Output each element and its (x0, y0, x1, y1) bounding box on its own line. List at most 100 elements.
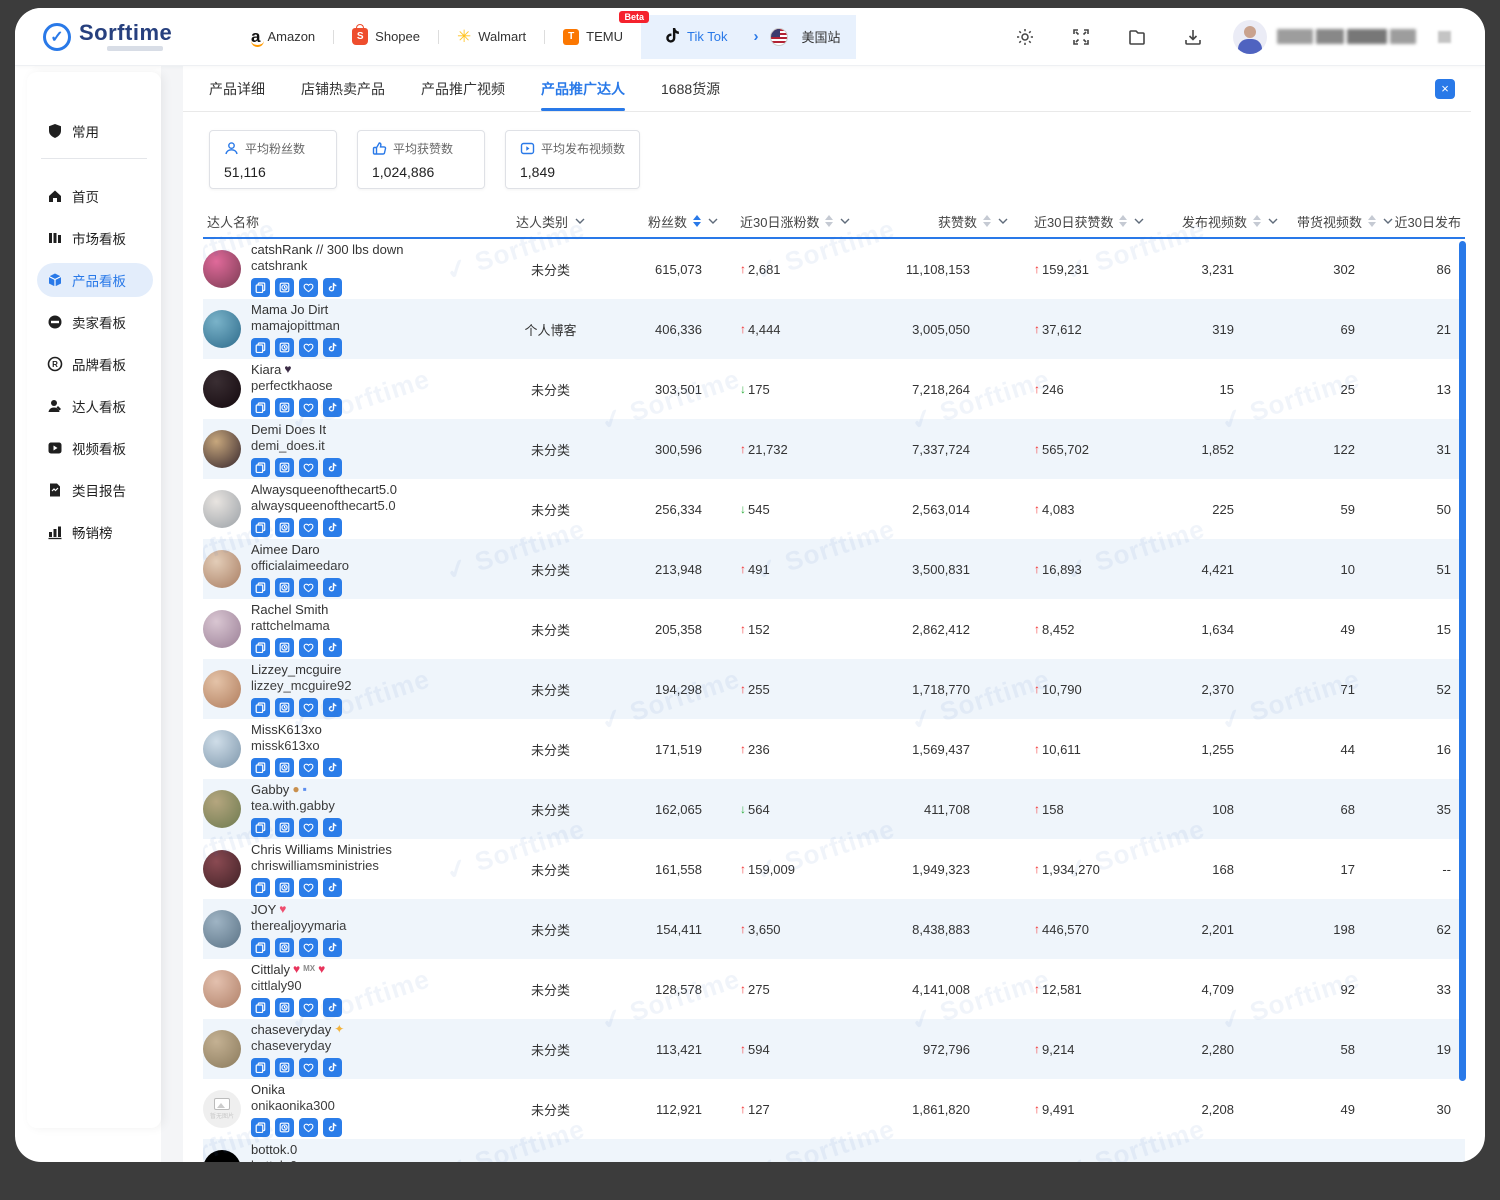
table-row[interactable]: Kiara♥perfectkhaose未分类303,501↓1757,218,2… (203, 359, 1465, 419)
tiktok-link-button[interactable] (323, 278, 342, 297)
influencer-name[interactable]: Gabby (251, 782, 289, 797)
history-button[interactable] (275, 698, 294, 717)
tiktok-link-button[interactable] (323, 1058, 342, 1077)
influencer-handle[interactable]: chriswilliamsministries (251, 859, 392, 873)
copy-button[interactable] (251, 818, 270, 837)
sidebar-item-market-board[interactable]: 市场看板 (37, 221, 153, 255)
tab-1688-sourcing[interactable]: 1688货源 (661, 66, 720, 111)
tiktok-link-button[interactable] (323, 1118, 342, 1137)
history-button[interactable] (275, 878, 294, 897)
table-row[interactable]: JOY♥therealjoyymaria未分类154,411↑3,6508,43… (203, 899, 1465, 959)
table-row[interactable]: Mama Jo Dirtmamajopittman个人博客406,336↑4,4… (203, 299, 1465, 359)
copy-button[interactable] (251, 878, 270, 897)
nav-item-tiktok[interactable]: Tik Tok (647, 15, 745, 59)
table-row[interactable]: Lizzey_mcguirelizzey_mcguire92未分类194,298… (203, 659, 1465, 719)
influencer-name[interactable]: JOY (251, 902, 276, 917)
favorite-button[interactable] (299, 578, 318, 597)
table-row[interactable]: catshRank // 300 lbs downcatshrank未分类615… (203, 239, 1465, 299)
tab-product-detail[interactable]: 产品详细 (209, 66, 265, 111)
sidebar-item-seller-board[interactable]: 卖家看板 (37, 305, 153, 339)
copy-button[interactable] (251, 458, 270, 477)
influencer-name[interactable]: chaseveryday (251, 1022, 331, 1037)
nav-item-walmart[interactable]: ✳ Walmart (439, 15, 544, 59)
tiktok-link-button[interactable] (323, 698, 342, 717)
influencer-handle[interactable]: lizzey_mcguire92 (251, 679, 351, 693)
account-menu-icon[interactable] (1438, 31, 1451, 43)
col-likes[interactable]: 获赞数 (858, 212, 1008, 231)
history-button[interactable] (275, 458, 294, 477)
history-button[interactable] (275, 638, 294, 657)
copy-button[interactable] (251, 1058, 270, 1077)
sidebar-item-bestseller-rank[interactable]: 畅销榜 (37, 515, 153, 549)
history-button[interactable] (275, 518, 294, 537)
influencer-name[interactable]: Cittlaly (251, 962, 290, 977)
sidebar-item-video-board[interactable]: 视频看板 (37, 431, 153, 465)
tab-shop-hot-products[interactable]: 店铺热卖产品 (301, 66, 385, 111)
copy-button[interactable] (251, 338, 270, 357)
site-selector[interactable]: 美国站 (766, 15, 850, 59)
table-row[interactable]: 暂无图片Onikaonikaonika300未分类112,921↑1271,86… (203, 1079, 1465, 1139)
tiktok-link-button[interactable] (323, 878, 342, 897)
tiktok-link-button[interactable] (323, 998, 342, 1017)
favorite-button[interactable] (299, 698, 318, 717)
favorite-button[interactable] (299, 338, 318, 357)
col-promo-videos[interactable]: 带货视频数 (1278, 212, 1393, 231)
influencer-handle[interactable]: cittlaly90 (251, 979, 342, 993)
close-panel-button[interactable]: × (1435, 79, 1455, 99)
history-button[interactable] (275, 758, 294, 777)
col-follower-change-30d[interactable]: 近30日涨粉数 (718, 212, 858, 231)
tiktok-link-button[interactable] (323, 338, 342, 357)
nav-item-amazon[interactable]: a Amazon (233, 15, 333, 59)
influencer-name[interactable]: Mama Jo Dirt (251, 302, 328, 317)
tiktok-link-button[interactable] (323, 818, 342, 837)
favorite-button[interactable] (299, 998, 318, 1017)
influencer-handle[interactable]: chaseveryday (251, 1039, 344, 1053)
nav-item-temu[interactable]: T TEMU Beta (545, 15, 641, 59)
history-button[interactable] (275, 998, 294, 1017)
nav-item-shopee[interactable]: S Shopee (334, 15, 438, 59)
history-button[interactable] (275, 278, 294, 297)
history-button[interactable] (275, 578, 294, 597)
influencer-handle[interactable]: alwaysqueenofthecart5.0 (251, 499, 397, 513)
history-button[interactable] (275, 1058, 294, 1077)
table-row[interactable]: chaseveryday✦chaseveryday未分类113,421↑5949… (203, 1019, 1465, 1079)
copy-button[interactable] (251, 278, 270, 297)
influencer-handle[interactable]: officialaimeedaro (251, 559, 349, 573)
favorite-button[interactable] (299, 1058, 318, 1077)
download-icon[interactable] (1183, 27, 1203, 47)
influencer-name[interactable]: catshRank // 300 lbs down (251, 242, 403, 257)
favorite-button[interactable] (299, 878, 318, 897)
copy-button[interactable] (251, 1118, 270, 1137)
favorite-button[interactable] (299, 458, 318, 477)
vertical-scrollbar[interactable] (1459, 241, 1466, 1081)
influencer-name[interactable]: Alwaysqueenofthecart5.0 (251, 482, 397, 497)
table-row[interactable]: Demi Does Itdemi_does.it未分类300,596↑21,73… (203, 419, 1465, 479)
sidebar-item-home[interactable]: 首页 (37, 179, 153, 213)
tiktok-link-button[interactable] (323, 758, 342, 777)
influencer-handle[interactable]: missk613xo (251, 739, 342, 753)
influencer-name[interactable]: Aimee Daro (251, 542, 320, 557)
table-row[interactable]: Gabby●▪tea.with.gabby未分类162,065↓564411,7… (203, 779, 1465, 839)
table-row[interactable]: MissK613xomissk613xo未分类171,519↑2361,569,… (203, 719, 1465, 779)
copy-button[interactable] (251, 938, 270, 957)
table-row[interactable]: Rachel Smithrattchelmama未分类205,358↑1522,… (203, 599, 1465, 659)
influencer-name[interactable]: bottok.0 (251, 1142, 297, 1157)
influencer-name[interactable]: Demi Does It (251, 422, 326, 437)
col-category[interactable]: 达人类别 (493, 212, 608, 231)
sidebar-item-brand-board[interactable]: R品牌看板 (37, 347, 153, 381)
fullscreen-icon[interactable] (1071, 27, 1091, 47)
influencer-name[interactable]: MissK613xo (251, 722, 322, 737)
settings-gear-icon[interactable] (1015, 27, 1035, 47)
col-videos[interactable]: 发布视频数 (1158, 212, 1278, 231)
user-account[interactable] (1233, 20, 1451, 54)
influencer-handle[interactable]: catshrank (251, 259, 403, 273)
copy-button[interactable] (251, 398, 270, 417)
history-button[interactable] (275, 398, 294, 417)
tiktok-link-button[interactable] (323, 578, 342, 597)
tab-promo-influencers[interactable]: 产品推广达人 (541, 66, 625, 111)
tab-promo-videos[interactable]: 产品推广视频 (421, 66, 505, 111)
sidebar-item-category-report[interactable]: 类目报告 (37, 473, 153, 507)
sidebar-item-common[interactable]: 常用 (37, 114, 153, 148)
sidebar-item-product-board[interactable]: 产品看板 (37, 263, 153, 297)
copy-button[interactable] (251, 578, 270, 597)
